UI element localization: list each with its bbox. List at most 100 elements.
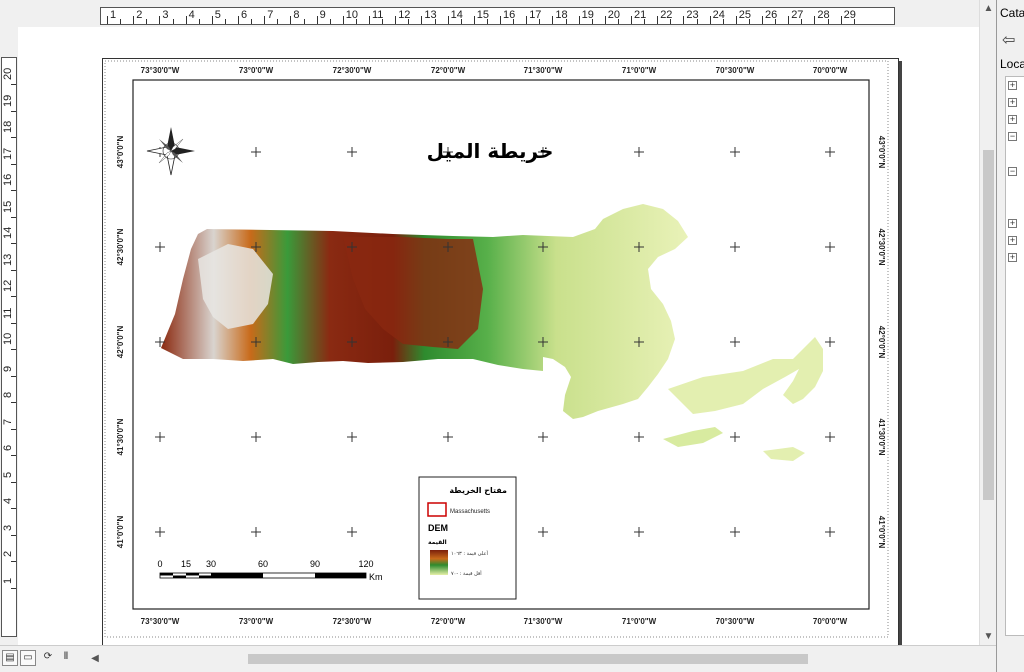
ruler-tick: [526, 16, 528, 24]
pause-icon[interactable]: Ⅱ: [58, 650, 74, 666]
expand-icon[interactable]: +: [1008, 81, 1017, 90]
scroll-down-icon[interactable]: ▼: [980, 628, 997, 645]
map-frame: 73°30'0"W 73°0'0"W 72°30'0"W 72°0'0"W 71…: [104, 60, 889, 638]
catalog-panel: Catalog ⇦ Location + + + − − + + +: [996, 0, 1024, 672]
legend-value-label: القيمة: [428, 539, 447, 546]
map-legend[interactable]: مفتاح الخريطة Massachusetts DEM القيمة أ…: [418, 476, 517, 600]
expand-icon[interactable]: +: [1008, 236, 1017, 245]
lat-label-right: 41°30'0"N: [877, 419, 886, 456]
ruler-minor-tick: [827, 19, 829, 24]
lon-label-bottom: 71°30'0"W: [524, 617, 563, 626]
ruler-tick: [369, 16, 370, 24]
ruler-tick: [238, 16, 239, 24]
layout-page[interactable]: 73°30'0"W 73°0'0"W 72°30'0"W 72°0'0"W 71…: [102, 58, 899, 646]
ruler-tick: [814, 16, 816, 24]
legend-title: مفتاح الخريطة: [449, 486, 507, 495]
data-view-button[interactable]: ▤: [2, 650, 18, 666]
legend-boundary-label: Massachusetts: [450, 509, 490, 515]
ruler-tick: [290, 16, 292, 24]
lat-label-left: 42°30'0"N: [116, 228, 125, 265]
ruler-tick: [631, 16, 632, 24]
ruler-tick: [500, 16, 501, 24]
horizontal-scroll-thumb[interactable]: [248, 654, 808, 664]
ruler-tick: [735, 16, 737, 24]
ruler-tick: [683, 16, 685, 24]
ruler-tick: [840, 16, 842, 24]
ruler-tick: [342, 16, 344, 24]
vertical-ruler: 20 19 18 17 16 15 14 13 12 11 10 9 8 7 6 5 4 3 2 1: [0, 27, 18, 645]
ruler-minor-tick: [329, 19, 331, 24]
ruler-label: 1: [110, 9, 117, 21]
ruler-minor-tick: [644, 19, 646, 24]
lon-label-bottom: 70°30'0"W: [716, 617, 755, 626]
ruler-tick: [316, 16, 318, 24]
map-title[interactable]: خريطة الميل: [427, 139, 554, 163]
ruler-minor-tick: [696, 19, 698, 24]
lon-label-bottom: 73°0'0"W: [239, 617, 274, 626]
ruler-minor-tick: [775, 19, 777, 24]
lon-label-top: 72°0'0"W: [431, 66, 466, 75]
ruler-minor-tick: [513, 19, 515, 24]
lon-label-top: 73°0'0"W: [239, 66, 274, 75]
legend-high-label: أعلى قيمة : ١٠٦٣: [451, 550, 488, 557]
lat-label-left: 43°0'0"N: [116, 136, 125, 169]
ruler-label: 4: [188, 9, 195, 21]
ruler-label: 14: [2, 226, 14, 239]
ruler-tick: [421, 16, 423, 24]
legend-low-label: أقل قيمة : -٧٠: [451, 570, 482, 577]
vertical-ruler-strip: 20 19 18 17 16 15 14 13 12 11 10 9 8 7 6 5 4 3 2 1: [1, 57, 17, 637]
lon-label-bottom: 73°30'0"W: [141, 617, 180, 626]
ruler-tick: [11, 137, 16, 138]
expand-icon[interactable]: +: [1008, 219, 1017, 228]
layout-view-button[interactable]: ▭: [20, 650, 36, 666]
ruler-minor-tick: [355, 19, 357, 24]
ruler-label: 18: [2, 120, 14, 133]
lon-label-top: 72°30'0"W: [333, 66, 372, 75]
scale-tick-label: 90: [310, 559, 320, 569]
expand-icon[interactable]: +: [1008, 253, 1017, 262]
lon-label-top: 73°30'0"W: [141, 66, 180, 75]
collapse-icon[interactable]: −: [1008, 167, 1017, 176]
refresh-icon[interactable]: ⟳: [40, 650, 56, 666]
scale-tick-label: 15: [181, 559, 191, 569]
ruler-minor-tick: [722, 19, 724, 24]
ruler-minor-tick: [408, 19, 410, 24]
ruler-minor-tick: [539, 19, 541, 24]
horizontal-ruler: 1 2 3 4 5 6 7 8 9 10 11 12 13 14 15 16 17 18 19 20 21 22 23 24 2…: [0, 0, 996, 27]
ruler-tick: [604, 16, 606, 24]
scroll-left-icon[interactable]: ◀: [88, 652, 102, 666]
legend-color-ramp: [430, 550, 448, 575]
ruler-tick: [11, 349, 16, 350]
arcmap-layout-window: 1 2 3 4 5 6 7 8 9 10 11 12 13 14 15 16 17 18 19 20 21 22 23 24 2…: [0, 0, 1024, 672]
vertical-scroll-thumb[interactable]: [983, 150, 994, 500]
lat-label-left: 42°0'0"N: [116, 326, 125, 359]
ruler-label: 3: [2, 524, 14, 531]
layout-canvas[interactable]: 73°30'0"W 73°0'0"W 72°30'0"W 72°0'0"W 71…: [18, 27, 979, 646]
back-arrow-icon[interactable]: ⇦: [1002, 30, 1015, 50]
lon-label-bottom: 71°0'0"W: [622, 617, 657, 626]
ruler-label: 13: [2, 253, 14, 266]
top-longitude-labels: 73°30'0"W 73°0'0"W 72°30'0"W 72°0'0"W 71…: [141, 66, 848, 75]
lon-label-bottom: 70°0'0"W: [813, 617, 848, 626]
lat-label-right: 43°0'0"N: [877, 136, 886, 169]
ruler-tick: [11, 110, 16, 112]
scroll-up-icon[interactable]: ▲: [980, 0, 997, 17]
ruler-minor-tick: [670, 19, 672, 24]
ruler-minor-tick: [434, 19, 436, 24]
ruler-tick: [159, 16, 161, 24]
ruler-tick: [11, 190, 16, 191]
ruler-minor-tick: [120, 19, 122, 24]
ruler-tick: [11, 163, 16, 165]
ruler-tick: [11, 587, 16, 589]
vertical-scrollbar[interactable]: ▲ ▼: [979, 0, 996, 645]
lon-label-top: 70°30'0"W: [716, 66, 755, 75]
ruler-label: 7: [267, 9, 274, 21]
catalog-tree[interactable]: + + + − − + + +: [1005, 76, 1024, 636]
ruler-minor-tick: [565, 19, 567, 24]
expand-icon[interactable]: +: [1008, 115, 1017, 124]
horizontal-scrollbar[interactable]: ◀: [88, 652, 988, 666]
collapse-icon[interactable]: −: [1008, 132, 1017, 141]
expand-icon[interactable]: +: [1008, 98, 1017, 107]
legend-dem-label: DEM: [428, 523, 448, 533]
lat-label-right: 41°0'0"N: [877, 516, 886, 549]
